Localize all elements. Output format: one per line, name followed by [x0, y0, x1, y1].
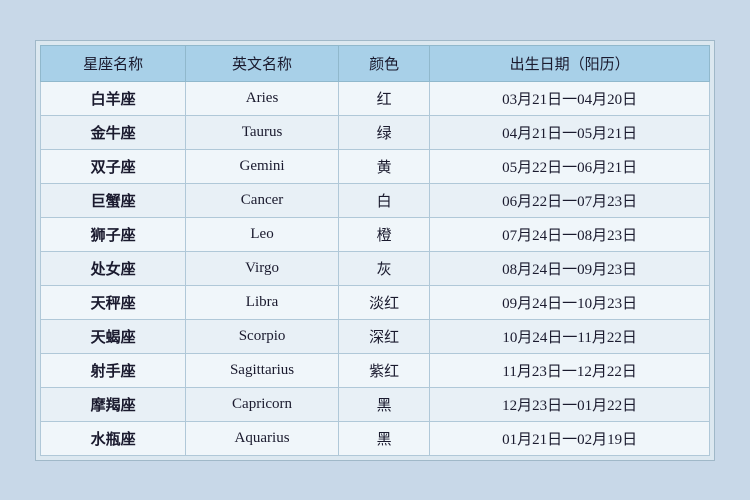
header-chinese-name: 星座名称 — [41, 45, 186, 81]
cell-dates: 10月24日一11月22日 — [430, 319, 710, 353]
header-dates: 出生日期（阳历） — [430, 45, 710, 81]
cell-color: 深红 — [338, 319, 429, 353]
cell-color: 黄 — [338, 149, 429, 183]
cell-english-name: Sagittarius — [186, 353, 339, 387]
cell-english-name: Gemini — [186, 149, 339, 183]
header-color: 颜色 — [338, 45, 429, 81]
cell-chinese-name: 巨蟹座 — [41, 183, 186, 217]
cell-color: 绿 — [338, 115, 429, 149]
cell-dates: 04月21日一05月21日 — [430, 115, 710, 149]
cell-english-name: Capricorn — [186, 387, 339, 421]
table-row: 天蝎座Scorpio深红10月24日一11月22日 — [41, 319, 710, 353]
table-row: 白羊座Aries红03月21日一04月20日 — [41, 81, 710, 115]
cell-english-name: Aries — [186, 81, 339, 115]
cell-chinese-name: 金牛座 — [41, 115, 186, 149]
cell-dates: 06月22日一07月23日 — [430, 183, 710, 217]
zodiac-table: 星座名称 英文名称 颜色 出生日期（阳历） 白羊座Aries红03月21日一04… — [40, 45, 710, 456]
cell-english-name: Taurus — [186, 115, 339, 149]
cell-dates: 09月24日一10月23日 — [430, 285, 710, 319]
cell-color: 白 — [338, 183, 429, 217]
table-row: 狮子座Leo橙07月24日一08月23日 — [41, 217, 710, 251]
table-row: 处女座Virgo灰08月24日一09月23日 — [41, 251, 710, 285]
cell-dates: 03月21日一04月20日 — [430, 81, 710, 115]
cell-dates: 01月21日一02月19日 — [430, 421, 710, 455]
table-row: 巨蟹座Cancer白06月22日一07月23日 — [41, 183, 710, 217]
cell-english-name: Cancer — [186, 183, 339, 217]
cell-chinese-name: 射手座 — [41, 353, 186, 387]
table-header-row: 星座名称 英文名称 颜色 出生日期（阳历） — [41, 45, 710, 81]
cell-english-name: Virgo — [186, 251, 339, 285]
cell-color: 灰 — [338, 251, 429, 285]
cell-english-name: Scorpio — [186, 319, 339, 353]
cell-color: 黑 — [338, 387, 429, 421]
table-row: 天秤座Libra淡红09月24日一10月23日 — [41, 285, 710, 319]
cell-chinese-name: 双子座 — [41, 149, 186, 183]
cell-chinese-name: 狮子座 — [41, 217, 186, 251]
cell-dates: 11月23日一12月22日 — [430, 353, 710, 387]
table-body: 白羊座Aries红03月21日一04月20日金牛座Taurus绿04月21日一0… — [41, 81, 710, 455]
cell-chinese-name: 处女座 — [41, 251, 186, 285]
table-row: 金牛座Taurus绿04月21日一05月21日 — [41, 115, 710, 149]
cell-dates: 07月24日一08月23日 — [430, 217, 710, 251]
cell-english-name: Libra — [186, 285, 339, 319]
header-english-name: 英文名称 — [186, 45, 339, 81]
cell-color: 紫红 — [338, 353, 429, 387]
table-row: 水瓶座Aquarius黑01月21日一02月19日 — [41, 421, 710, 455]
cell-color: 红 — [338, 81, 429, 115]
table-row: 摩羯座Capricorn黑12月23日一01月22日 — [41, 387, 710, 421]
cell-chinese-name: 天秤座 — [41, 285, 186, 319]
cell-chinese-name: 摩羯座 — [41, 387, 186, 421]
cell-dates: 12月23日一01月22日 — [430, 387, 710, 421]
table-row: 射手座Sagittarius紫红11月23日一12月22日 — [41, 353, 710, 387]
cell-dates: 05月22日一06月21日 — [430, 149, 710, 183]
table-row: 双子座Gemini黄05月22日一06月21日 — [41, 149, 710, 183]
cell-chinese-name: 水瓶座 — [41, 421, 186, 455]
cell-color: 黑 — [338, 421, 429, 455]
cell-dates: 08月24日一09月23日 — [430, 251, 710, 285]
cell-chinese-name: 白羊座 — [41, 81, 186, 115]
cell-color: 橙 — [338, 217, 429, 251]
cell-color: 淡红 — [338, 285, 429, 319]
cell-english-name: Leo — [186, 217, 339, 251]
zodiac-table-container: 星座名称 英文名称 颜色 出生日期（阳历） 白羊座Aries红03月21日一04… — [35, 40, 715, 461]
cell-english-name: Aquarius — [186, 421, 339, 455]
cell-chinese-name: 天蝎座 — [41, 319, 186, 353]
